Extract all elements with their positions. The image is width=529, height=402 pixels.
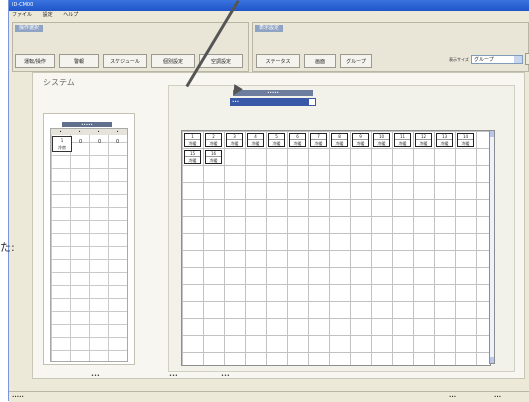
unit-cell[interactable]: 8 冷暖 bbox=[331, 133, 348, 147]
unit-mode: 冷暖 bbox=[251, 141, 260, 146]
edge-text: た: bbox=[0, 241, 15, 254]
column-header: • bbox=[59, 129, 62, 134]
application-window: ID-CM00 ファイル 設定 ヘルプ 操作選択 表示設定 運転/操作 警報 ス… bbox=[8, 0, 529, 402]
status-button[interactable]: ステータス bbox=[256, 54, 300, 68]
spin-control[interactable] bbox=[525, 53, 529, 65]
system-select[interactable]: ••• bbox=[230, 98, 316, 106]
unit-cell[interactable]: 5 冷暖 bbox=[268, 133, 285, 147]
system-cell-number: 1 bbox=[60, 138, 64, 143]
scroll-up-icon[interactable] bbox=[490, 131, 494, 137]
system-cell[interactable]: 1 冷房 bbox=[52, 136, 72, 152]
chevron-down-icon bbox=[514, 56, 522, 63]
unit-cell[interactable]: 2 冷暖 bbox=[205, 133, 222, 147]
unit-grid-panel: ••••• ••• 1 冷暖 2 冷暖 3 冷暖 4 冷暖 5 冷暖 6 冷暖 7 冷暖 8 冷暖 9 冷暖 10 冷… bbox=[168, 85, 515, 372]
display-size-value: グループ bbox=[474, 57, 494, 63]
unit-cell[interactable]: 13 冷暖 bbox=[436, 133, 453, 147]
unit-cell[interactable]: 14 冷暖 bbox=[457, 133, 474, 147]
schedule-button[interactable]: スケジュール bbox=[103, 54, 147, 68]
unit-cell[interactable]: 16 冷暖 bbox=[205, 150, 222, 164]
unit-mode: 冷暖 bbox=[335, 141, 344, 146]
operation-button[interactable]: 運転/操作 bbox=[15, 54, 55, 68]
unit-mode: 冷暖 bbox=[314, 141, 323, 146]
title-bar: ID-CM00 bbox=[9, 0, 529, 11]
alarm-button[interactable]: 警報 bbox=[59, 54, 99, 68]
vertical-scrollbar[interactable] bbox=[489, 130, 495, 364]
unit-cell[interactable]: 3 冷暖 bbox=[226, 133, 243, 147]
menu-file[interactable]: ファイル bbox=[12, 12, 32, 18]
system-cell-mode: 冷房 bbox=[58, 145, 66, 150]
unit-mode: 冷暖 bbox=[188, 141, 197, 146]
unit-mode: 冷暖 bbox=[377, 141, 386, 146]
column-header: • bbox=[116, 129, 119, 134]
system-value: 0 bbox=[116, 139, 120, 145]
menu-bar: ファイル 設定 ヘルプ bbox=[9, 11, 529, 20]
display-section-title: 表示設定 bbox=[255, 25, 284, 32]
unit-mode: 冷暖 bbox=[356, 141, 365, 146]
unit-mode: 冷暖 bbox=[230, 141, 239, 146]
menu-settings[interactable]: 設定 bbox=[43, 12, 53, 18]
system-list-panel: ••••• • • • • 1 冷房 0 0 0 bbox=[43, 113, 135, 365]
individual-settings-button[interactable]: 個別設定 bbox=[151, 54, 195, 68]
unit-grid-header: ••••• bbox=[233, 90, 313, 96]
menu-help[interactable]: ヘルプ bbox=[63, 12, 78, 18]
unit-cell[interactable]: 6 冷暖 bbox=[289, 133, 306, 147]
unit-mode: 冷暖 bbox=[209, 141, 218, 146]
unit-cell[interactable]: 4 冷暖 bbox=[247, 133, 264, 147]
chevron-down-icon bbox=[309, 99, 315, 105]
system-list-header: ••••• bbox=[62, 122, 112, 127]
system-label: システム bbox=[43, 78, 75, 87]
column-header: • bbox=[78, 129, 81, 134]
unit-grid: 1 冷暖 2 冷暖 3 冷暖 4 冷暖 5 冷暖 6 冷暖 7 冷暖 8 冷暖 9 冷暖 10 冷暖 11 冷暖 12 冷暖 1… bbox=[181, 130, 491, 366]
legend-item: ••• bbox=[169, 373, 178, 379]
system-list-table: • • • • 1 冷房 0 0 0 bbox=[50, 128, 128, 362]
unit-cell[interactable]: 15 冷暖 bbox=[184, 150, 201, 164]
unit-mode: 冷暖 bbox=[461, 141, 470, 146]
unit-cell[interactable]: 11 冷暖 bbox=[394, 133, 411, 147]
unit-cell[interactable]: 1 冷暖 bbox=[184, 133, 201, 147]
unit-cell[interactable]: 9 冷暖 bbox=[352, 133, 369, 147]
system-value: 0 bbox=[79, 139, 83, 145]
column-header: • bbox=[97, 129, 100, 134]
status-bar: ••••• ••• ••• bbox=[9, 391, 529, 402]
screen-button[interactable]: 画面 bbox=[304, 54, 336, 68]
system-value: 0 bbox=[98, 139, 102, 145]
unit-cell[interactable]: 7 冷暖 bbox=[310, 133, 327, 147]
unit-mode: 冷暖 bbox=[209, 158, 218, 163]
legend-item: ••• bbox=[221, 373, 230, 379]
unit-cell[interactable]: 10 冷暖 bbox=[373, 133, 390, 147]
operation-section-title: 操作選択 bbox=[15, 25, 44, 32]
display-size-select[interactable]: グループ bbox=[471, 55, 523, 64]
unit-mode: 冷暖 bbox=[440, 141, 449, 146]
combo-label: 表示サイズ bbox=[449, 57, 469, 62]
group-button[interactable]: グループ bbox=[340, 54, 372, 68]
legend-item: ••• bbox=[91, 373, 100, 379]
system-list-columns: • • • • bbox=[51, 129, 127, 135]
system-select-value: ••• bbox=[232, 99, 240, 104]
unit-mode: 冷暖 bbox=[293, 141, 302, 146]
unit-mode: 冷暖 bbox=[419, 141, 428, 146]
scroll-down-icon[interactable] bbox=[490, 357, 494, 363]
unit-mode: 冷暖 bbox=[188, 158, 197, 163]
unit-mode: 冷暖 bbox=[398, 141, 407, 146]
window-title: ID-CM00 bbox=[12, 2, 34, 8]
main-panel: システム ••••• • • • • 1 冷房 0 0 0 ••••• ••• 1 冷暖… bbox=[32, 72, 525, 379]
unit-cell[interactable]: 12 冷暖 bbox=[415, 133, 432, 147]
unit-mode: 冷暖 bbox=[272, 141, 281, 146]
